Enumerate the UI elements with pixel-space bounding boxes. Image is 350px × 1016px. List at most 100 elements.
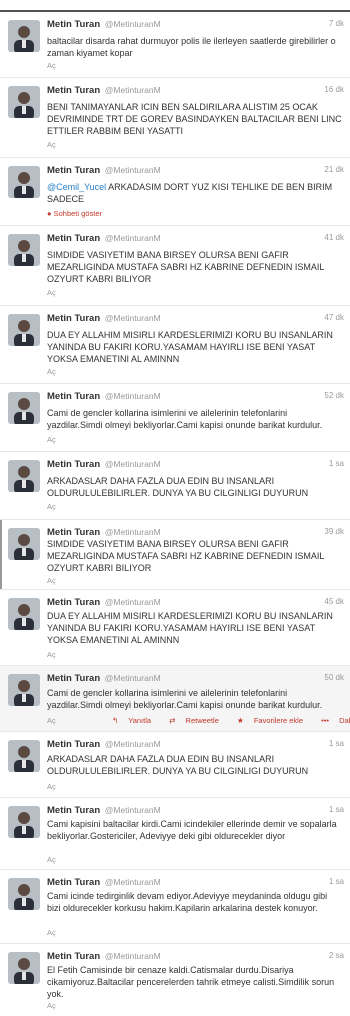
author-handle[interactable]: @MetinturanM: [105, 391, 161, 401]
tweet[interactable]: Metin Turan @MetinturanM 52 dk Cami de g…: [0, 384, 350, 452]
expand-link[interactable]: Aç: [47, 367, 56, 376]
author-handle[interactable]: @MetinturanM: [105, 739, 161, 749]
tweet[interactable]: Metin Turan @MetinturanM 1 sa ARKADASLAR…: [0, 732, 350, 798]
author-name[interactable]: Metin Turan: [47, 165, 100, 176]
timestamp[interactable]: 1 sa: [329, 459, 344, 468]
timestamp[interactable]: 47 dk: [324, 313, 344, 322]
expand-link[interactable]: Aç: [47, 140, 56, 149]
tweet-header: Metin Turan @MetinturanM 1 sa: [47, 459, 344, 473]
tweet[interactable]: Metin Turan @MetinturanM 39 dk SIMDIDE V…: [0, 520, 350, 590]
author-handle[interactable]: @MetinturanM: [105, 85, 161, 95]
author-handle[interactable]: @MetinturanM: [105, 951, 161, 961]
timestamp[interactable]: 41 dk: [324, 233, 344, 242]
author-handle[interactable]: @MetinturanM: [105, 877, 161, 887]
tweet-hovered[interactable]: Metin Turan @MetinturanM 50 dk Cami de g…: [0, 666, 350, 732]
author-handle[interactable]: @MetinturanM: [105, 805, 161, 815]
timestamp[interactable]: 1 sa: [329, 739, 344, 748]
timestamp[interactable]: 1 sa: [329, 805, 344, 814]
avatar[interactable]: [8, 528, 40, 560]
tweet[interactable]: Metin Turan @MetinturanM 41 dk SIMDIDE V…: [0, 226, 350, 306]
timestamp[interactable]: 16 dk: [324, 85, 344, 94]
tweet[interactable]: Metin Turan @MetinturanM 2 sa El Fetih C…: [0, 944, 350, 1016]
timestamp[interactable]: 1 sa: [329, 877, 344, 886]
tweet-header: Metin Turan @MetinturanM 2 sa: [47, 951, 344, 965]
author-name[interactable]: Metin Turan: [47, 739, 100, 750]
author-name[interactable]: Metin Turan: [47, 85, 100, 96]
author-name[interactable]: Metin Turan: [47, 19, 100, 30]
avatar[interactable]: [8, 20, 40, 52]
retweet-icon: ⇄: [169, 716, 176, 725]
expand-link[interactable]: Aç: [47, 502, 56, 511]
avatar[interactable]: [8, 460, 40, 492]
author-handle[interactable]: @MetinturanM: [105, 527, 161, 537]
tweet-header: Metin Turan @MetinturanM 1 sa: [47, 877, 344, 891]
avatar[interactable]: [8, 392, 40, 424]
avatar[interactable]: [8, 86, 40, 118]
expand-link[interactable]: Aç: [47, 61, 56, 70]
expand-link[interactable]: Aç: [47, 855, 56, 864]
author-name[interactable]: Metin Turan: [47, 805, 100, 816]
author-handle[interactable]: @MetinturanM: [105, 673, 161, 683]
author-handle[interactable]: @MetinturanM: [105, 19, 161, 29]
expand-link[interactable]: Aç: [47, 1001, 56, 1010]
expand-link[interactable]: Aç: [47, 650, 56, 659]
expand-link[interactable]: Aç: [47, 928, 56, 937]
avatar[interactable]: [8, 806, 40, 838]
author-name[interactable]: Metin Turan: [47, 459, 100, 470]
avatar[interactable]: [8, 952, 40, 984]
tweet[interactable]: Metin Turan @MetinturanM 1 sa Cami kapis…: [0, 798, 350, 870]
author-handle[interactable]: @MetinturanM: [105, 459, 161, 469]
avatar[interactable]: [8, 598, 40, 630]
author-name[interactable]: Metin Turan: [47, 673, 100, 684]
author-handle[interactable]: @MetinturanM: [105, 233, 161, 243]
tweet-text: Cami kapisini baltacilar kirdi.Cami icin…: [47, 819, 337, 841]
avatar[interactable]: [8, 314, 40, 346]
author-name[interactable]: Metin Turan: [47, 391, 100, 402]
more-icon: •••: [321, 716, 329, 725]
more-button[interactable]: ••• Daha fazla: [321, 716, 350, 725]
timestamp[interactable]: 45 dk: [324, 597, 344, 606]
author-name[interactable]: Metin Turan: [47, 527, 100, 538]
tweet[interactable]: Metin Turan @MetinturanM 47 dk DUA EY AL…: [0, 306, 350, 384]
tweet[interactable]: Metin Turan @MetinturanM 1 sa ARKADASLAR…: [0, 452, 350, 520]
tweet[interactable]: Metin Turan @MetinturanM 21 dk @Cemil_Yu…: [0, 158, 350, 226]
timestamp[interactable]: 7 dk: [329, 19, 344, 28]
retweet-button[interactable]: ⇄ Retweetle: [169, 716, 227, 725]
timestamp[interactable]: 50 dk: [324, 673, 344, 682]
author-handle[interactable]: @MetinturanM: [105, 313, 161, 323]
timestamp[interactable]: 39 dk: [324, 527, 344, 536]
timestamp[interactable]: 21 dk: [324, 165, 344, 174]
tweet-text: SIMDIDE VASIYETIM BANA BIRSEY OLURSA BEN…: [47, 539, 325, 573]
mention-link[interactable]: @Cemil_Yucel: [47, 182, 106, 192]
tweet[interactable]: Metin Turan @MetinturanM 7 dk baltacilar…: [0, 12, 350, 78]
avatar[interactable]: [8, 878, 40, 910]
expand-link[interactable]: Aç: [47, 576, 56, 585]
author-handle[interactable]: @MetinturanM: [105, 165, 161, 175]
show-conversation-link[interactable]: ● Sohbeti göster: [47, 209, 102, 218]
avatar[interactable]: [8, 234, 40, 266]
favorite-button[interactable]: ★ Favorilere ekle: [237, 716, 311, 725]
expand-link[interactable]: Aç: [47, 782, 56, 791]
author-name[interactable]: Metin Turan: [47, 877, 100, 888]
avatar[interactable]: [8, 166, 40, 198]
author-name[interactable]: Metin Turan: [47, 233, 100, 244]
expand-link[interactable]: Aç: [47, 435, 56, 444]
author-name[interactable]: Metin Turan: [47, 313, 100, 324]
tweet[interactable]: Metin Turan @MetinturanM 16 dk BENI TANI…: [0, 78, 350, 158]
tweet-header: Metin Turan @MetinturanM 7 dk: [47, 19, 344, 33]
timestamp[interactable]: 52 dk: [324, 391, 344, 400]
expand-link[interactable]: Aç: [47, 716, 56, 725]
author-name[interactable]: Metin Turan: [47, 951, 100, 962]
avatar[interactable]: [8, 740, 40, 772]
top-divider: [0, 0, 350, 12]
author-name[interactable]: Metin Turan: [47, 597, 100, 608]
avatar[interactable]: [8, 674, 40, 706]
favorite-label: Favorilere ekle: [253, 716, 303, 725]
author-handle[interactable]: @MetinturanM: [105, 597, 161, 607]
timestamp[interactable]: 2 sa: [329, 951, 344, 960]
expand-link[interactable]: Aç: [47, 288, 56, 297]
tweet-header: Metin Turan @MetinturanM 1 sa: [47, 805, 344, 819]
tweet[interactable]: Metin Turan @MetinturanM 1 sa Cami icind…: [0, 870, 350, 944]
tweet[interactable]: Metin Turan @MetinturanM 45 dk DUA EY AL…: [0, 590, 350, 666]
reply-button[interactable]: ↰ Yanıtla: [112, 716, 159, 725]
